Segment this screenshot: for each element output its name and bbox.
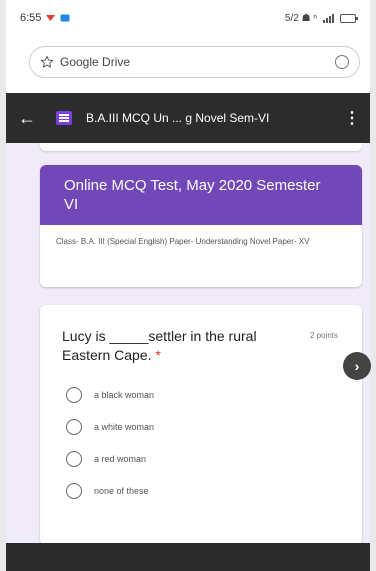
- radio-button[interactable]: [66, 387, 82, 403]
- address-bar[interactable]: Google Drive: [29, 46, 360, 78]
- form-title: Online MCQ Test, May 2020 Semester VI: [64, 177, 321, 213]
- document-title: B.A.III MCQ Un ... g Novel Sem-VI: [86, 111, 270, 125]
- notification-icon: [46, 15, 56, 21]
- required-asterisk: *: [155, 347, 161, 363]
- star-icon[interactable]: [40, 55, 54, 69]
- question-points: 2 points: [309, 331, 338, 340]
- signal-icon: [323, 13, 334, 23]
- option-a-white-woman[interactable]: a white woman: [66, 419, 154, 435]
- radio-button[interactable]: [66, 451, 82, 467]
- form-header-banner: Online MCQ Test, May 2020 Semester VI: [40, 165, 362, 225]
- option-label: a black woman: [94, 390, 155, 400]
- option-none-of-these[interactable]: none of these: [66, 483, 149, 499]
- previous-card-edge: [40, 143, 362, 151]
- form-description: Class- B.A. III (Special English) Paper-…: [56, 237, 310, 246]
- status-time: 6:55: [20, 12, 42, 24]
- reload-icon[interactable]: [335, 55, 349, 69]
- option-a-red-woman[interactable]: a red woman: [66, 451, 146, 467]
- option-label: a white woman: [94, 422, 155, 432]
- message-icon: [60, 14, 70, 22]
- status-right: 5/2 ☗ ⁿ: [284, 12, 358, 24]
- form-header-card: Online MCQ Test, May 2020 Semester VI Cl…: [40, 165, 362, 287]
- radio-button[interactable]: [66, 483, 82, 499]
- radio-button[interactable]: [66, 419, 82, 435]
- phone-frame-right: [370, 0, 376, 571]
- google-forms-icon: [56, 111, 72, 125]
- chevron-right-icon[interactable]: ›: [343, 352, 371, 380]
- bottom-bar: [6, 543, 370, 571]
- address-text: Google Drive: [60, 55, 131, 69]
- question-text: Lucy is _____settler in the rural Easter…: [62, 327, 282, 365]
- option-a-black-woman[interactable]: a black woman: [66, 387, 154, 403]
- question-card: Lucy is _____settler in the rural Easter…: [40, 305, 362, 545]
- status-bar: 6:55 5/2 ☗ ⁿ: [6, 0, 370, 36]
- option-label: a red woman: [94, 454, 147, 464]
- title-bar: ← B.A.III MCQ Un ... g Novel Sem-VI ⋮: [6, 93, 370, 143]
- arrow-left-icon[interactable]: ←: [18, 108, 38, 129]
- battery-icon: [340, 13, 358, 23]
- more-vertical-icon[interactable]: ⋮: [344, 108, 360, 128]
- option-label: none of these: [94, 486, 149, 496]
- status-info-text: 5/2 ☗ ⁿ: [284, 12, 317, 24]
- status-left: 6:55: [20, 12, 70, 24]
